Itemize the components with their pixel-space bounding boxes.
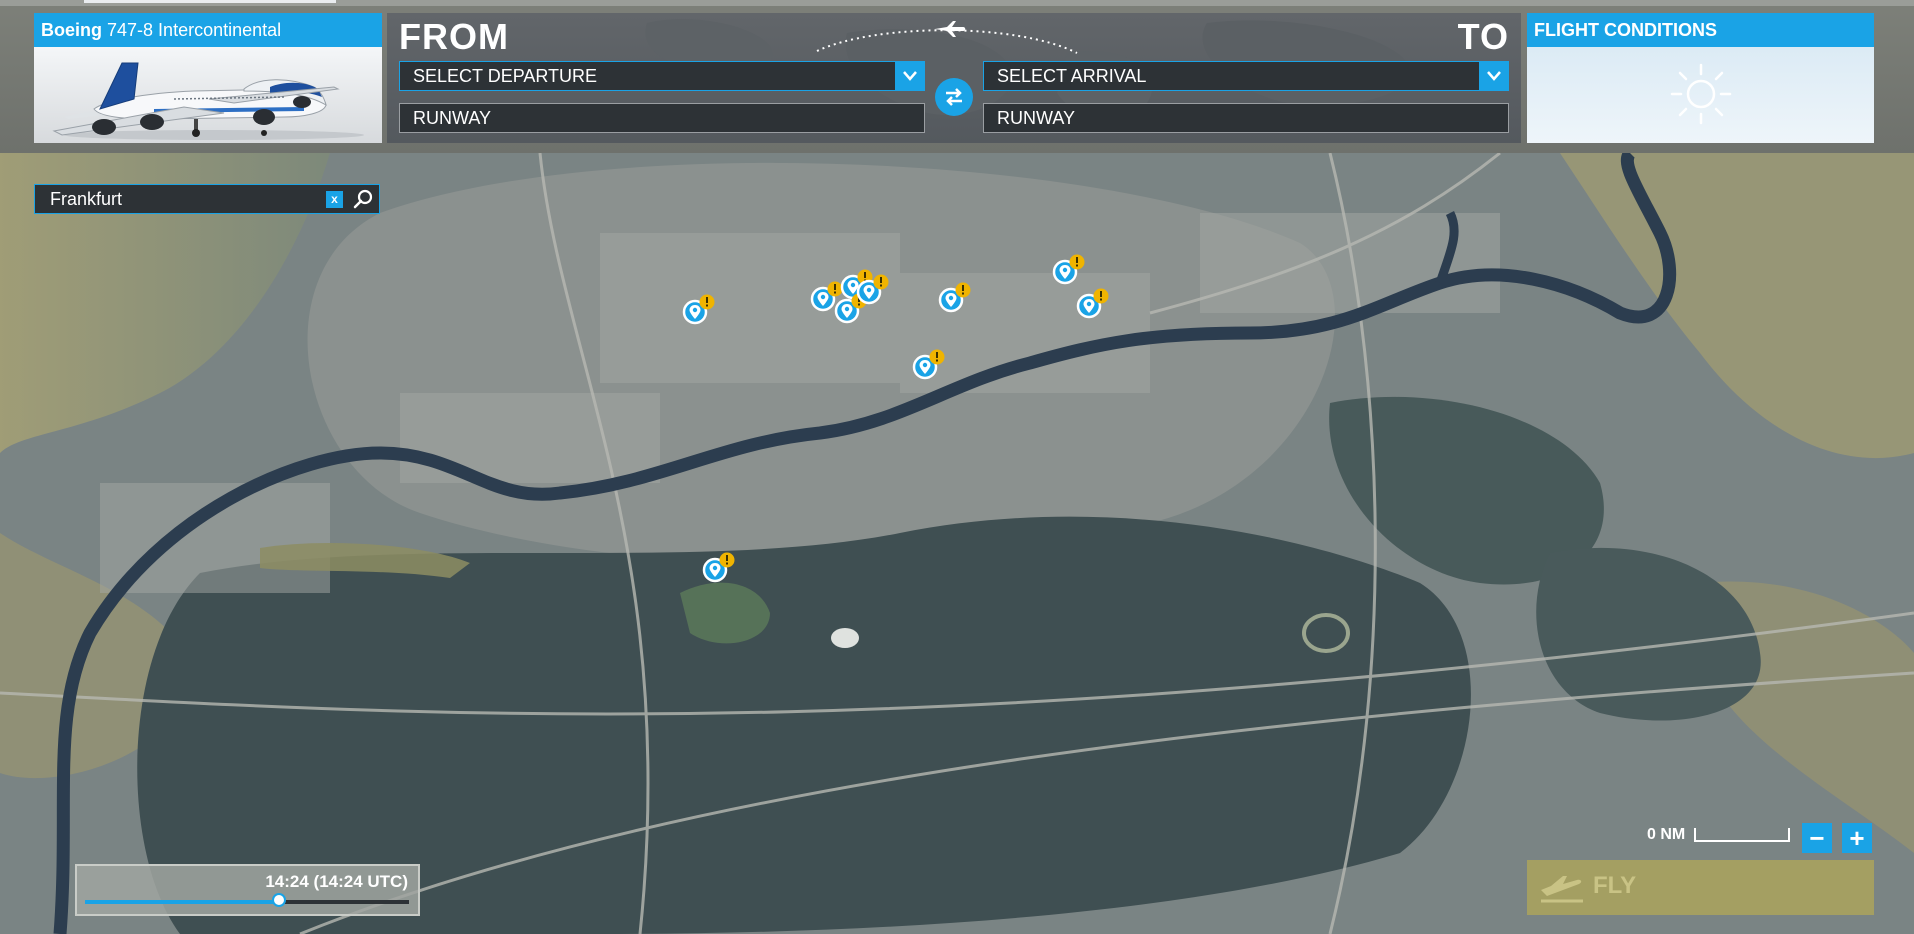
top-bar: Boeing 747-8 Intercontinental FROM TO SE…	[0, 0, 1914, 153]
clear-search-button[interactable]: x	[326, 191, 343, 208]
chevron-down-icon	[1479, 61, 1509, 91]
swap-icon	[946, 88, 962, 106]
from-label: FROM	[399, 16, 509, 57]
top-strip	[0, 0, 1914, 6]
aircraft-make: Boeing	[41, 20, 102, 40]
poi-marker[interactable]	[938, 281, 972, 315]
aircraft-card[interactable]: Boeing 747-8 Intercontinental	[34, 13, 382, 143]
poi-marker[interactable]	[702, 551, 736, 585]
poi-marker[interactable]	[856, 273, 890, 307]
time-slider-track[interactable]	[85, 893, 409, 907]
map-pin-icon	[1052, 254, 1085, 285]
aircraft-title: Boeing 747-8 Intercontinental	[34, 13, 382, 47]
fly-button-label: FLY	[1593, 872, 1637, 899]
active-tab-indicator	[84, 0, 336, 3]
airplane-icon	[935, 21, 966, 37]
arrival-select-label: SELECT ARRIVAL	[997, 66, 1147, 86]
poi-marker[interactable]	[912, 348, 946, 382]
time-of-day-panel: 14:24 (14:24 UTC)	[75, 864, 420, 916]
departure-runway-label: RUNWAY	[413, 108, 491, 128]
map-scale-bar	[1694, 828, 1790, 842]
fly-button[interactable]: FLY	[1527, 860, 1874, 915]
world-map[interactable]: Frankfurt x 0 NM − + 14:24 (14:24 UTC) F…	[0, 153, 1914, 934]
aircraft-model: 747-8 Intercontinental	[107, 20, 282, 40]
time-of-day-label: 14:24 (14:24 UTC)	[265, 872, 408, 891]
time-slider-handle[interactable]	[272, 893, 287, 907]
airplane-takeoff-icon	[1541, 876, 1583, 903]
arrival-runway-label: RUNWAY	[997, 108, 1075, 128]
time-slider-fill	[85, 900, 280, 904]
poi-marker[interactable]	[682, 293, 716, 327]
zoom-out-button[interactable]: −	[1802, 823, 1832, 853]
departure-select[interactable]: SELECT DEPARTURE	[399, 61, 925, 91]
map-pin-icon	[1076, 288, 1109, 319]
poi-marker[interactable]	[1052, 253, 1086, 287]
sun-icon	[1670, 63, 1732, 125]
map-pin-icon	[938, 282, 971, 313]
route-panel: FROM TO SELECT DEPARTURE RUNWAY SELECT A…	[387, 13, 1521, 143]
map-pin-icon	[912, 349, 945, 380]
chevron-down-icon	[895, 61, 925, 91]
map-pin-icon	[682, 294, 715, 325]
satellite-terrain	[0, 153, 1914, 934]
flight-conditions-title: FLIGHT CONDITIONS	[1527, 13, 1874, 47]
zoom-in-button[interactable]: +	[1842, 823, 1872, 853]
map-pin-icon	[856, 274, 889, 305]
map-scale-label: 0 NM	[1647, 826, 1686, 843]
departure-select-label: SELECT DEPARTURE	[413, 66, 598, 86]
aircraft-image	[34, 47, 382, 143]
to-label: TO	[1457, 16, 1509, 57]
flight-path-arc	[816, 21, 1078, 54]
map-search-value: Frankfurt	[50, 189, 123, 209]
departure-runway-field[interactable]: RUNWAY	[399, 103, 925, 133]
search-icon[interactable]	[353, 189, 373, 209]
map-search-input[interactable]: Frankfurt x	[34, 184, 380, 214]
boeing-747-illustration	[52, 62, 364, 140]
map-pin-icon	[702, 552, 735, 583]
arrival-select[interactable]: SELECT ARRIVAL	[983, 61, 1509, 91]
poi-marker[interactable]	[1076, 287, 1110, 321]
arrival-runway-field[interactable]: RUNWAY	[983, 103, 1509, 133]
flight-conditions-card[interactable]: FLIGHT CONDITIONS	[1527, 13, 1874, 143]
swap-route-button[interactable]	[935, 78, 973, 116]
